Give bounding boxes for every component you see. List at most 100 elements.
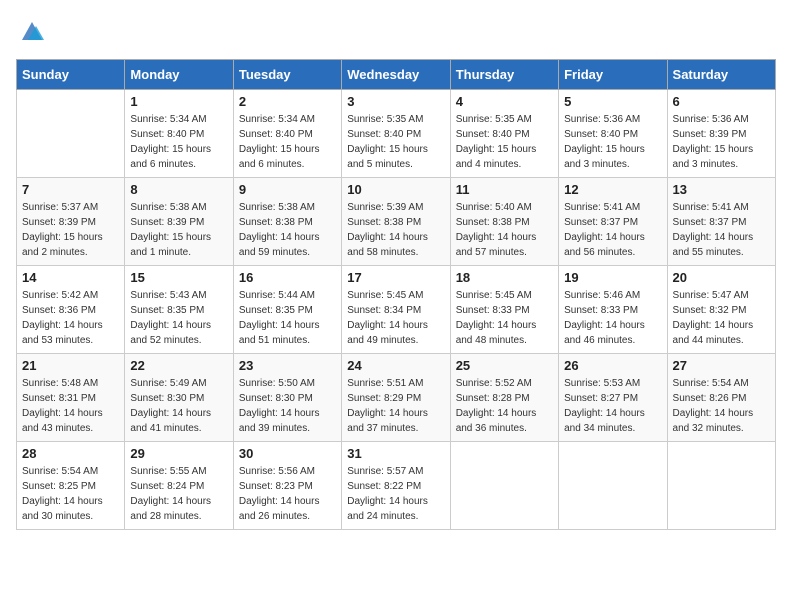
weekday-header-wednesday: Wednesday (342, 60, 450, 90)
calendar-cell: 5 Sunrise: 5:36 AMSunset: 8:40 PMDaylight… (559, 90, 667, 178)
day-info: Sunrise: 5:46 AMSunset: 8:33 PMDaylight:… (564, 288, 661, 348)
day-number: 21 (22, 358, 119, 373)
day-info: Sunrise: 5:37 AMSunset: 8:39 PMDaylight:… (22, 200, 119, 260)
day-number: 31 (347, 446, 444, 461)
day-info: Sunrise: 5:36 AMSunset: 8:40 PMDaylight:… (564, 112, 661, 172)
calendar-cell: 31 Sunrise: 5:57 AMSunset: 8:22 PMDayligh… (342, 442, 450, 530)
day-number: 22 (130, 358, 227, 373)
day-number: 9 (239, 182, 336, 197)
day-info: Sunrise: 5:45 AMSunset: 8:34 PMDaylight:… (347, 288, 444, 348)
calendar-cell (17, 90, 125, 178)
calendar-cell (559, 442, 667, 530)
calendar-cell: 17 Sunrise: 5:45 AMSunset: 8:34 PMDayligh… (342, 266, 450, 354)
page-header (16, 16, 776, 49)
calendar-cell: 16 Sunrise: 5:44 AMSunset: 8:35 PMDayligh… (233, 266, 341, 354)
day-info: Sunrise: 5:55 AMSunset: 8:24 PMDaylight:… (130, 464, 227, 524)
calendar-cell (667, 442, 775, 530)
calendar-cell: 3 Sunrise: 5:35 AMSunset: 8:40 PMDaylight… (342, 90, 450, 178)
day-info: Sunrise: 5:38 AMSunset: 8:38 PMDaylight:… (239, 200, 336, 260)
day-number: 13 (673, 182, 770, 197)
day-number: 16 (239, 270, 336, 285)
day-info: Sunrise: 5:54 AMSunset: 8:25 PMDaylight:… (22, 464, 119, 524)
day-info: Sunrise: 5:38 AMSunset: 8:39 PMDaylight:… (130, 200, 227, 260)
day-info: Sunrise: 5:50 AMSunset: 8:30 PMDaylight:… (239, 376, 336, 436)
calendar-cell: 10 Sunrise: 5:39 AMSunset: 8:38 PMDayligh… (342, 178, 450, 266)
day-number: 10 (347, 182, 444, 197)
calendar-cell: 24Sunrise: 5:51 AMSunset: 8:29 PMDayligh… (342, 354, 450, 442)
day-info: Sunrise: 5:34 AMSunset: 8:40 PMDaylight:… (130, 112, 227, 172)
day-number: 8 (130, 182, 227, 197)
calendar-cell: 20 Sunrise: 5:47 AMSunset: 8:32 PMDayligh… (667, 266, 775, 354)
calendar-cell: 4 Sunrise: 5:35 AMSunset: 8:40 PMDaylight… (450, 90, 558, 178)
day-number: 4 (456, 94, 553, 109)
day-info: Sunrise: 5:45 AMSunset: 8:33 PMDaylight:… (456, 288, 553, 348)
day-number: 6 (673, 94, 770, 109)
calendar-cell: 19 Sunrise: 5:46 AMSunset: 8:33 PMDayligh… (559, 266, 667, 354)
day-number: 28 (22, 446, 119, 461)
day-number: 1 (130, 94, 227, 109)
calendar-cell: 14 Sunrise: 5:42 AMSunset: 8:36 PMDayligh… (17, 266, 125, 354)
calendar-cell: 15 Sunrise: 5:43 AMSunset: 8:35 PMDayligh… (125, 266, 233, 354)
day-info: Sunrise: 5:36 AMSunset: 8:39 PMDaylight:… (673, 112, 770, 172)
calendar-cell: 13 Sunrise: 5:41 AMSunset: 8:37 PMDayligh… (667, 178, 775, 266)
calendar-cell: 26 Sunrise: 5:53 AMSunset: 8:27 PMDayligh… (559, 354, 667, 442)
weekday-header-sunday: Sunday (17, 60, 125, 90)
weekday-header-saturday: Saturday (667, 60, 775, 90)
day-info: Sunrise: 5:41 AMSunset: 8:37 PMDaylight:… (673, 200, 770, 260)
calendar-cell: 30 Sunrise: 5:56 AMSunset: 8:23 PMDayligh… (233, 442, 341, 530)
calendar-cell: 1 Sunrise: 5:34 AMSunset: 8:40 PMDaylight… (125, 90, 233, 178)
day-info: Sunrise: 5:48 AMSunset: 8:31 PMDaylight:… (22, 376, 119, 436)
calendar-cell: 18 Sunrise: 5:45 AMSunset: 8:33 PMDayligh… (450, 266, 558, 354)
day-number: 27 (673, 358, 770, 373)
day-number: 11 (456, 182, 553, 197)
day-number: 19 (564, 270, 661, 285)
day-info: Sunrise: 5:53 AMSunset: 8:27 PMDaylight:… (564, 376, 661, 436)
weekday-header-thursday: Thursday (450, 60, 558, 90)
day-info: Sunrise: 5:39 AMSunset: 8:38 PMDaylight:… (347, 200, 444, 260)
calendar-cell: 12Sunrise: 5:41 AMSunset: 8:37 PMDayligh… (559, 178, 667, 266)
calendar-cell: 21 Sunrise: 5:48 AMSunset: 8:31 PMDayligh… (17, 354, 125, 442)
day-number: 7 (22, 182, 119, 197)
day-info: Sunrise: 5:40 AMSunset: 8:38 PMDaylight:… (456, 200, 553, 260)
logo (16, 16, 46, 49)
calendar-cell: 7 Sunrise: 5:37 AMSunset: 8:39 PMDaylight… (17, 178, 125, 266)
calendar-cell: 8 Sunrise: 5:38 AMSunset: 8:39 PMDaylight… (125, 178, 233, 266)
calendar-cell: 9 Sunrise: 5:38 AMSunset: 8:38 PMDaylight… (233, 178, 341, 266)
day-info: Sunrise: 5:41 AMSunset: 8:37 PMDaylight:… (564, 200, 661, 260)
day-info: Sunrise: 5:57 AMSunset: 8:22 PMDaylight:… (347, 464, 444, 524)
day-number: 24 (347, 358, 444, 373)
calendar-cell: 28 Sunrise: 5:54 AMSunset: 8:25 PMDayligh… (17, 442, 125, 530)
day-number: 18 (456, 270, 553, 285)
calendar-cell (450, 442, 558, 530)
day-info: Sunrise: 5:44 AMSunset: 8:35 PMDaylight:… (239, 288, 336, 348)
day-info: Sunrise: 5:54 AMSunset: 8:26 PMDaylight:… (673, 376, 770, 436)
day-number: 14 (22, 270, 119, 285)
day-info: Sunrise: 5:47 AMSunset: 8:32 PMDaylight:… (673, 288, 770, 348)
day-number: 20 (673, 270, 770, 285)
weekday-header-tuesday: Tuesday (233, 60, 341, 90)
day-info: Sunrise: 5:52 AMSunset: 8:28 PMDaylight:… (456, 376, 553, 436)
day-info: Sunrise: 5:35 AMSunset: 8:40 PMDaylight:… (456, 112, 553, 172)
day-number: 29 (130, 446, 227, 461)
day-number: 2 (239, 94, 336, 109)
logo-icon (18, 16, 46, 44)
day-number: 5 (564, 94, 661, 109)
calendar-cell: 2 Sunrise: 5:34 AMSunset: 8:40 PMDaylight… (233, 90, 341, 178)
day-info: Sunrise: 5:56 AMSunset: 8:23 PMDaylight:… (239, 464, 336, 524)
day-number: 26 (564, 358, 661, 373)
calendar-cell: 11 Sunrise: 5:40 AMSunset: 8:38 PMDayligh… (450, 178, 558, 266)
calendar-cell: 22 Sunrise: 5:49 AMSunset: 8:30 PMDayligh… (125, 354, 233, 442)
day-info: Sunrise: 5:43 AMSunset: 8:35 PMDaylight:… (130, 288, 227, 348)
day-number: 3 (347, 94, 444, 109)
day-number: 30 (239, 446, 336, 461)
day-info: Sunrise: 5:42 AMSunset: 8:36 PMDaylight:… (22, 288, 119, 348)
calendar-cell: 25 Sunrise: 5:52 AMSunset: 8:28 PMDayligh… (450, 354, 558, 442)
day-number: 23 (239, 358, 336, 373)
day-number: 15 (130, 270, 227, 285)
day-info: Sunrise: 5:49 AMSunset: 8:30 PMDaylight:… (130, 376, 227, 436)
day-info: Sunrise: 5:35 AMSunset: 8:40 PMDaylight:… (347, 112, 444, 172)
day-info: Sunrise: 5:34 AMSunset: 8:40 PMDaylight:… (239, 112, 336, 172)
day-number: 25 (456, 358, 553, 373)
day-number: 17 (347, 270, 444, 285)
calendar-cell: 23 Sunrise: 5:50 AMSunset: 8:30 PMDayligh… (233, 354, 341, 442)
